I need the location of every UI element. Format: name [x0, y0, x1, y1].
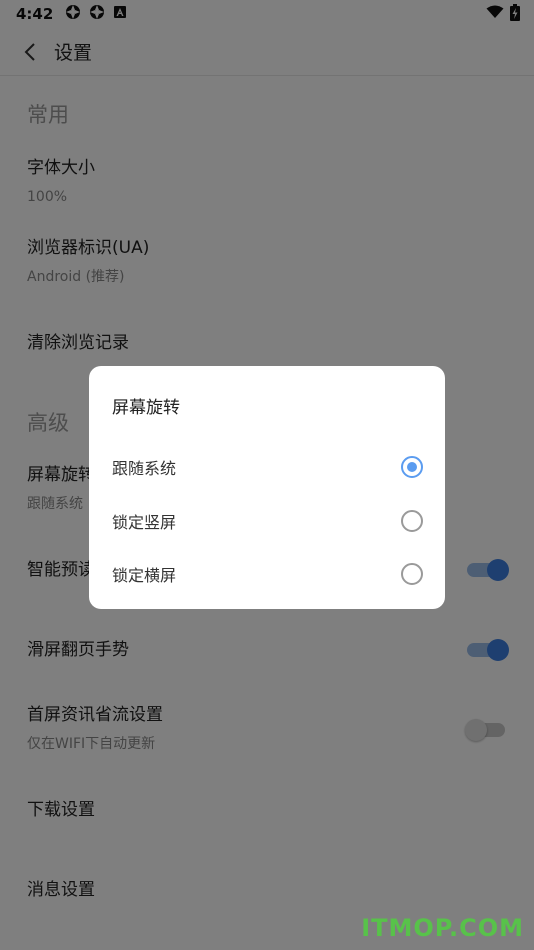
- rotation-option-lock-landscape[interactable]: 锁定横屏: [89, 550, 445, 598]
- dialog-title: 屏幕旋转: [112, 398, 180, 418]
- rotation-option-lock-portrait[interactable]: 锁定竖屏: [89, 497, 445, 545]
- option-label: 跟随系统: [112, 459, 177, 478]
- radio-unchecked-icon[interactable]: [401, 510, 423, 532]
- rotation-option-follow-system[interactable]: 跟随系统: [89, 443, 445, 491]
- radio-unchecked-icon[interactable]: [401, 563, 423, 585]
- screen-rotation-dialog: 屏幕旋转 跟随系统 锁定竖屏 锁定横屏: [89, 366, 445, 609]
- option-label: 锁定竖屏: [112, 513, 177, 532]
- watermark: ITMOP.COM: [361, 914, 524, 942]
- option-label: 锁定横屏: [112, 566, 177, 585]
- radio-checked-icon[interactable]: [401, 456, 423, 478]
